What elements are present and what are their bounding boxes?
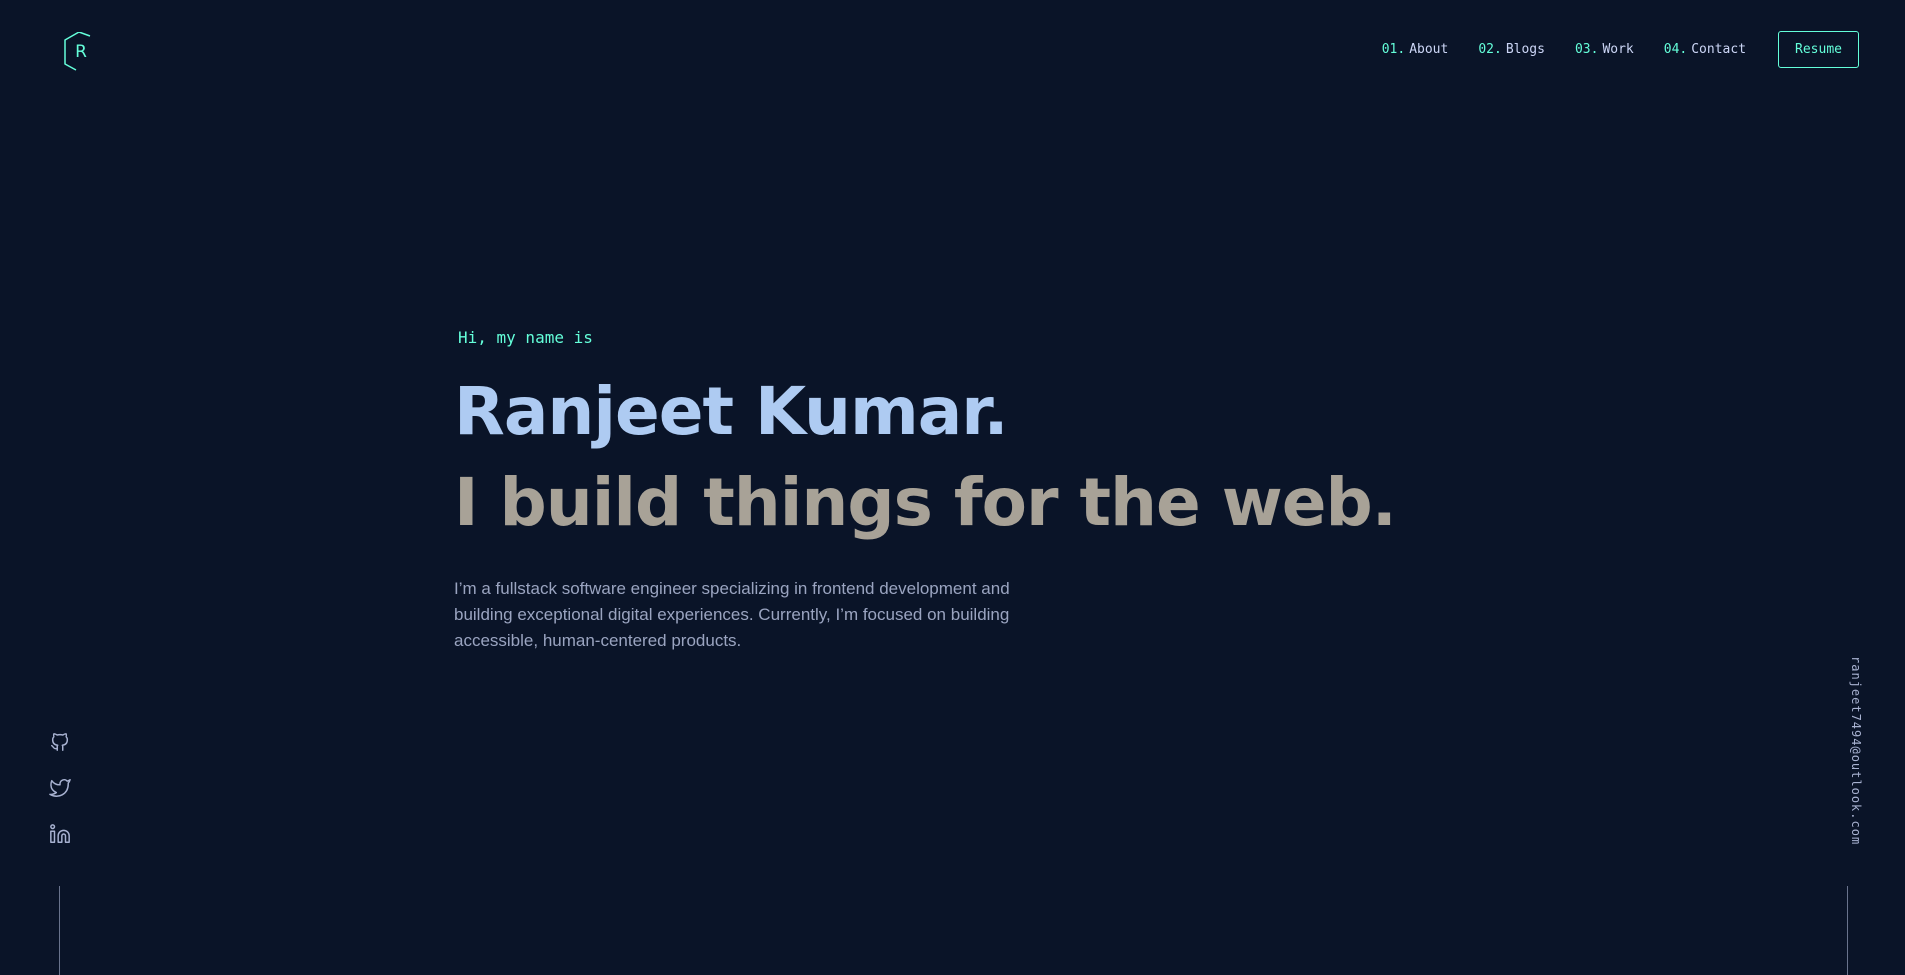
nav-item-work[interactable]: 03. Work [1575, 42, 1634, 57]
linkedin-link[interactable] [48, 822, 72, 846]
main-nav: 01. About 02. Blogs 03. Work 04. Contact Res… [1382, 31, 1859, 68]
portfolio-page: R 01. About 02. Blogs 03. Work 04. Contact R… [0, 0, 1905, 975]
nav-item-number: 04. [1663, 42, 1688, 57]
nav-item-contact[interactable]: 04. Contact [1664, 42, 1746, 57]
right-rail-line [1847, 886, 1848, 975]
nav-item-number: 03. [1574, 42, 1599, 57]
nav-item-label: About [1409, 42, 1449, 57]
github-icon [51, 733, 69, 751]
hero-name: Ranjeet Kumar. [454, 373, 1009, 450]
logo-letter: R [75, 42, 87, 62]
email-rail: ranjeet7494@outlook.com [1849, 656, 1869, 856]
left-rail-line [59, 886, 60, 975]
nav-item-label: Contact [1691, 42, 1747, 57]
linkedin-icon [50, 824, 70, 843]
site-header: R 01. About 02. Blogs 03. Work 04. Contact R… [0, 0, 1905, 100]
email-link[interactable]: ranjeet7494@outlook.com [1849, 656, 1863, 845]
logo-link[interactable]: R [62, 32, 96, 72]
hero-tagline: I build things for the web. [454, 464, 1397, 541]
twitter-icon [49, 779, 71, 797]
github-link[interactable] [48, 730, 72, 754]
social-links [46, 730, 74, 846]
hero-section: Hi, my name is Ranjeet Kumar. I build th… [454, 324, 1397, 654]
nav-item-label: Blogs [1505, 42, 1545, 57]
nav-item-blogs[interactable]: 02. Blogs [1478, 42, 1545, 57]
hero-intro: Hi, my name is [458, 328, 593, 347]
twitter-link[interactable] [48, 776, 72, 800]
nav-item-number: 02. [1478, 42, 1502, 57]
nav-item-about[interactable]: 01. About [1382, 42, 1449, 57]
nav-item-label: Work [1602, 42, 1634, 57]
hero-description: I’m a fullstack software engineer specia… [454, 579, 1010, 650]
resume-button[interactable]: Resume [1778, 31, 1859, 68]
nav-item-number: 01. [1381, 42, 1406, 57]
